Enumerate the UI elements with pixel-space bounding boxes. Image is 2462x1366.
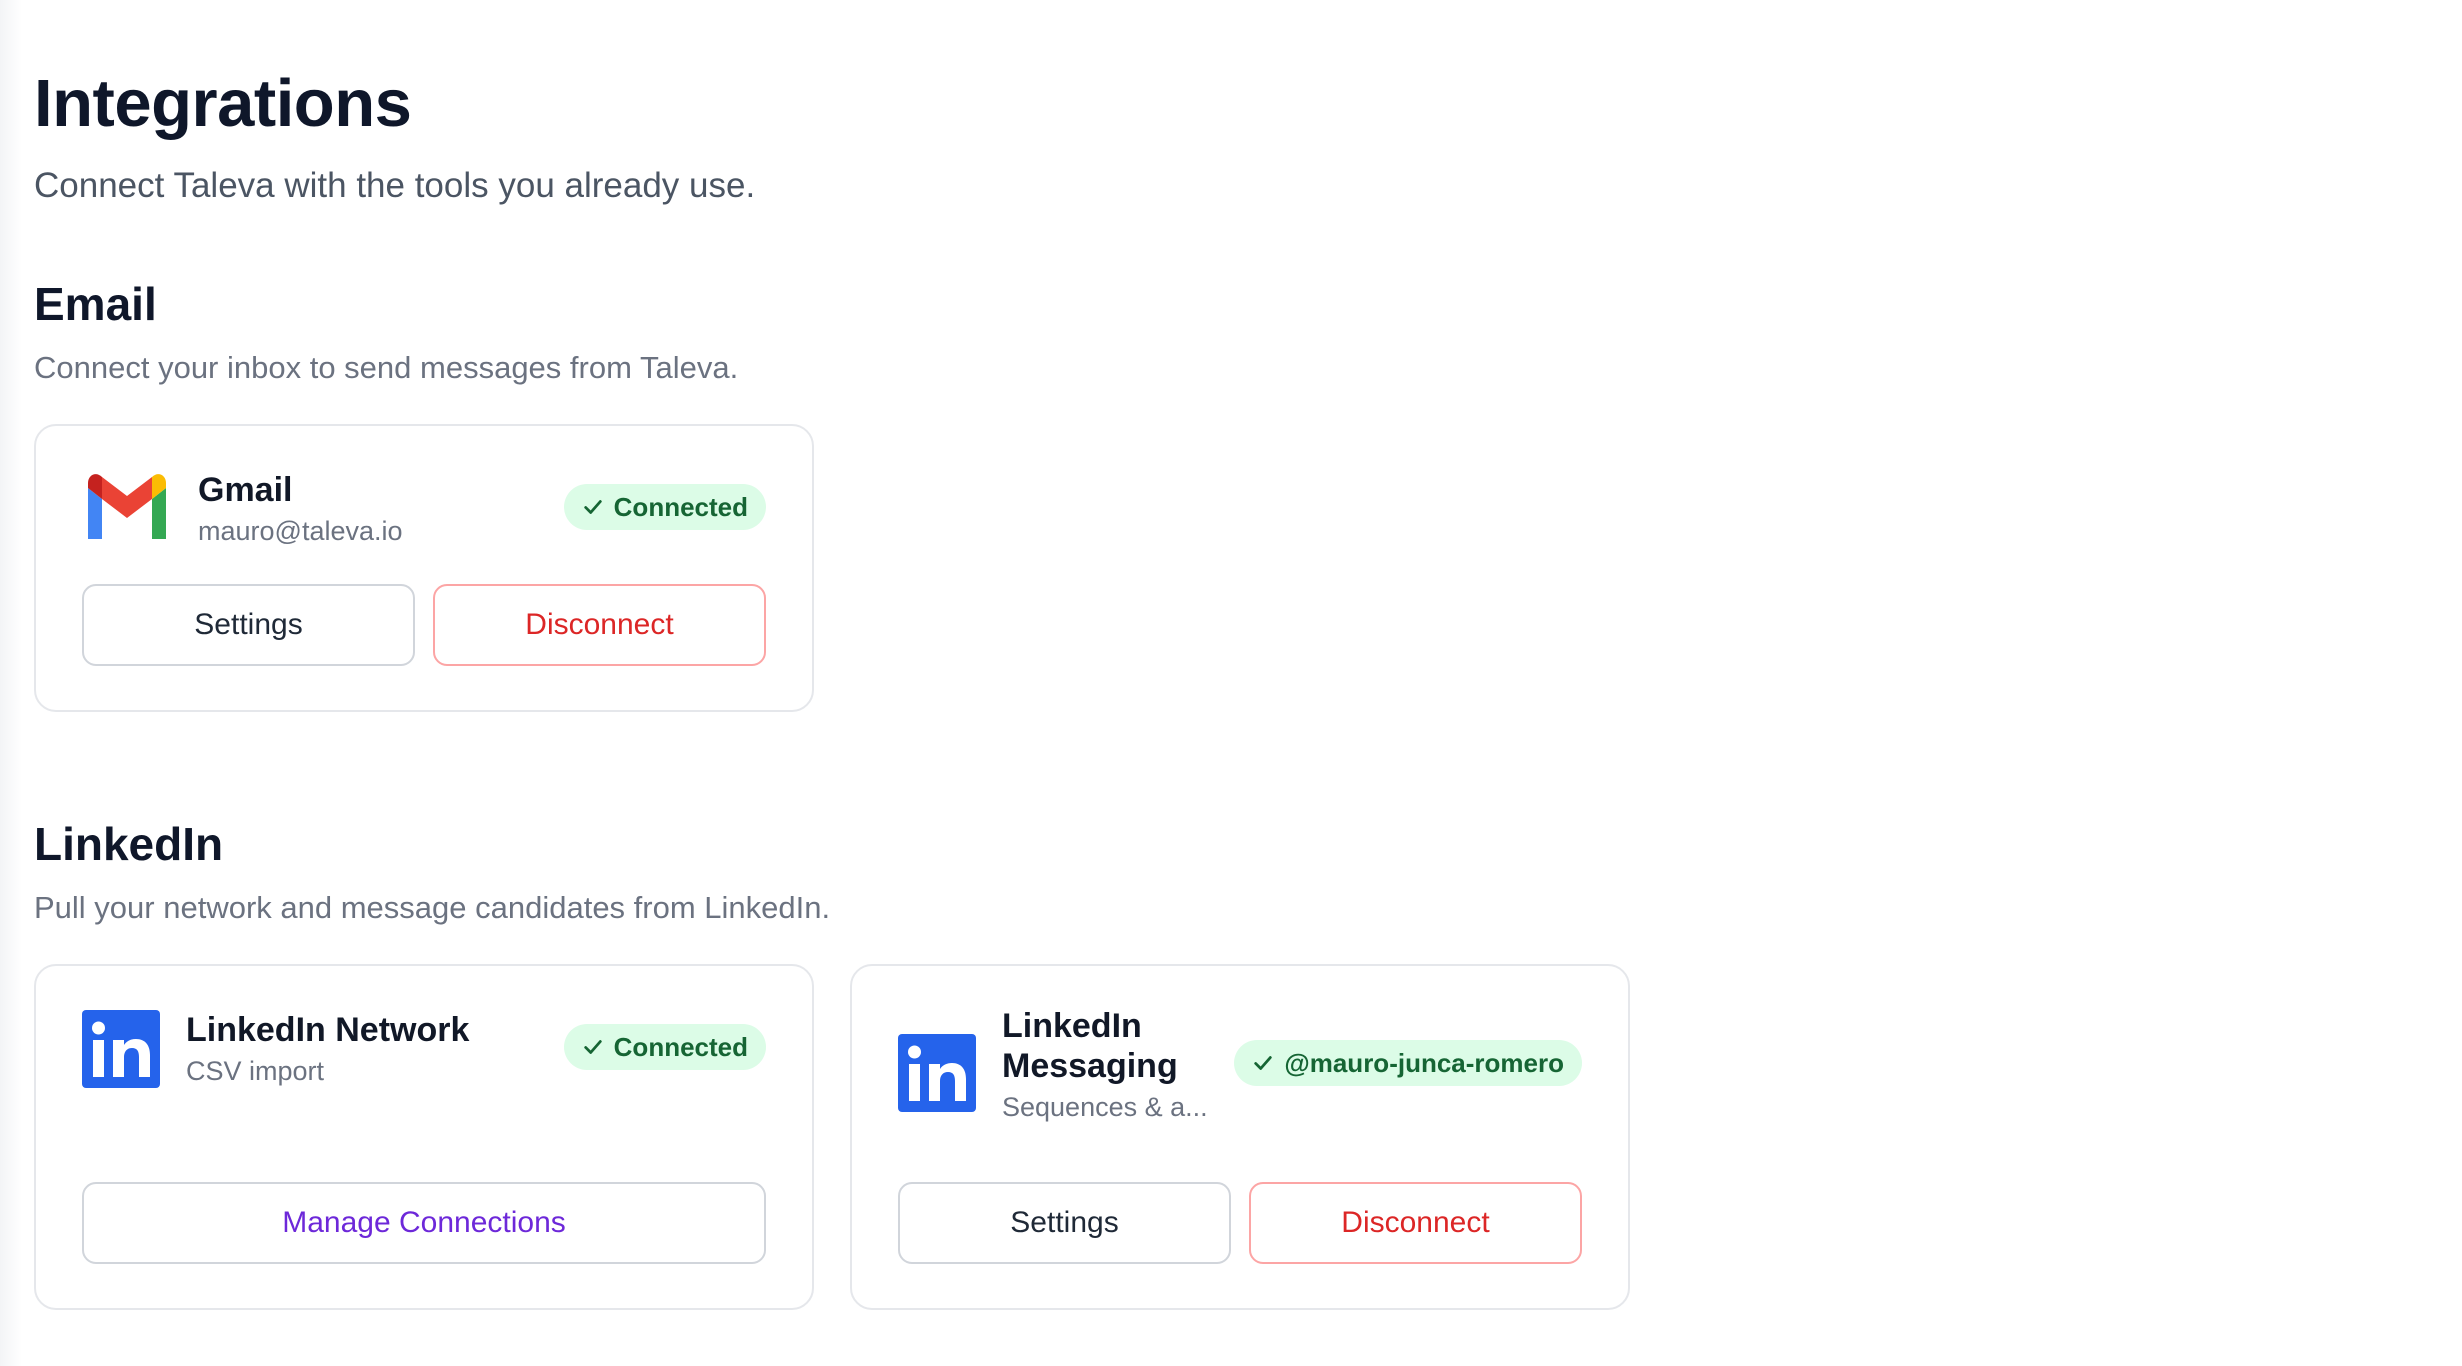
linkedin-messaging-settings-button[interactable]: Settings <box>898 1182 1231 1264</box>
linkedin-messaging-status-label: @mauro-junca-romero <box>1284 1048 1564 1078</box>
check-icon <box>1254 1056 1273 1070</box>
linkedin-logo-icon <box>898 1034 976 1112</box>
linkedin-messaging-header: LinkedIn Messaging Sequences & a... @mau… <box>898 1007 1582 1124</box>
email-section: Email Connect your inbox to send message… <box>34 276 2462 712</box>
linkedin-cards: LinkedIn Network CSV import Connected Ma… <box>34 964 2462 1310</box>
gmail-settings-button[interactable]: Settings <box>82 584 415 666</box>
linkedin-network-name: LinkedIn Network <box>186 1011 470 1049</box>
linkedin-messaging-name-line2: Messaging <box>1002 1047 1178 1085</box>
linkedin-section-title: LinkedIn <box>34 818 224 870</box>
linkedin-messaging-status-badge: @mauro-junca-romero <box>1234 1040 1582 1086</box>
check-icon <box>583 1040 602 1054</box>
gmail-logo-icon <box>82 470 172 540</box>
linkedin-network-actions: Manage Connections <box>82 1182 766 1264</box>
email-section-title: Email <box>34 278 157 330</box>
gmail-status-label: Connected <box>613 492 748 522</box>
email-cards: Gmail mauro@taleva.io Connected Settings… <box>34 424 2462 712</box>
linkedin-section: LinkedIn Pull your network and message c… <box>34 816 2462 1310</box>
manage-connections-button[interactable]: Manage Connections <box>82 1182 766 1264</box>
linkedin-messaging-detail: Sequences & a... <box>1002 1092 1208 1122</box>
page-title: Integrations <box>34 66 412 141</box>
sidebar-edge <box>0 0 22 1366</box>
email-section-description: Connect your inbox to send messages from… <box>34 350 739 385</box>
linkedin-messaging-name-line1: LinkedIn <box>1002 1007 1142 1045</box>
gmail-account: mauro@taleva.io <box>198 516 403 546</box>
gmail-disconnect-button[interactable]: Disconnect <box>433 584 766 666</box>
linkedin-section-description: Pull your network and message candidates… <box>34 890 831 925</box>
linkedin-network-status-badge: Connected <box>563 1024 766 1070</box>
gmail-name: Gmail <box>198 471 293 509</box>
linkedin-network-detail: CSV import <box>186 1056 325 1086</box>
gmail-card: Gmail mauro@taleva.io Connected Settings… <box>34 424 814 712</box>
linkedin-messaging-card: LinkedIn Messaging Sequences & a... @mau… <box>850 964 1630 1310</box>
gmail-status-badge: Connected <box>563 484 766 530</box>
linkedin-messaging-actions: Settings Disconnect <box>898 1182 1582 1264</box>
linkedin-network-header: LinkedIn Network CSV import Connected <box>82 1010 766 1088</box>
linkedin-network-status-label: Connected <box>613 1032 748 1062</box>
linkedin-messaging-disconnect-button[interactable]: Disconnect <box>1249 1182 1582 1264</box>
integrations-page: Integrations Connect Taleva with the too… <box>0 0 2462 1366</box>
gmail-card-header: Gmail mauro@taleva.io Connected <box>82 470 766 548</box>
gmail-actions: Settings Disconnect <box>82 584 766 666</box>
check-icon <box>583 500 602 514</box>
page-subtitle: Connect Taleva with the tools you alread… <box>34 166 756 205</box>
linkedin-network-card: LinkedIn Network CSV import Connected Ma… <box>34 964 814 1310</box>
linkedin-logo-icon <box>82 1010 160 1088</box>
